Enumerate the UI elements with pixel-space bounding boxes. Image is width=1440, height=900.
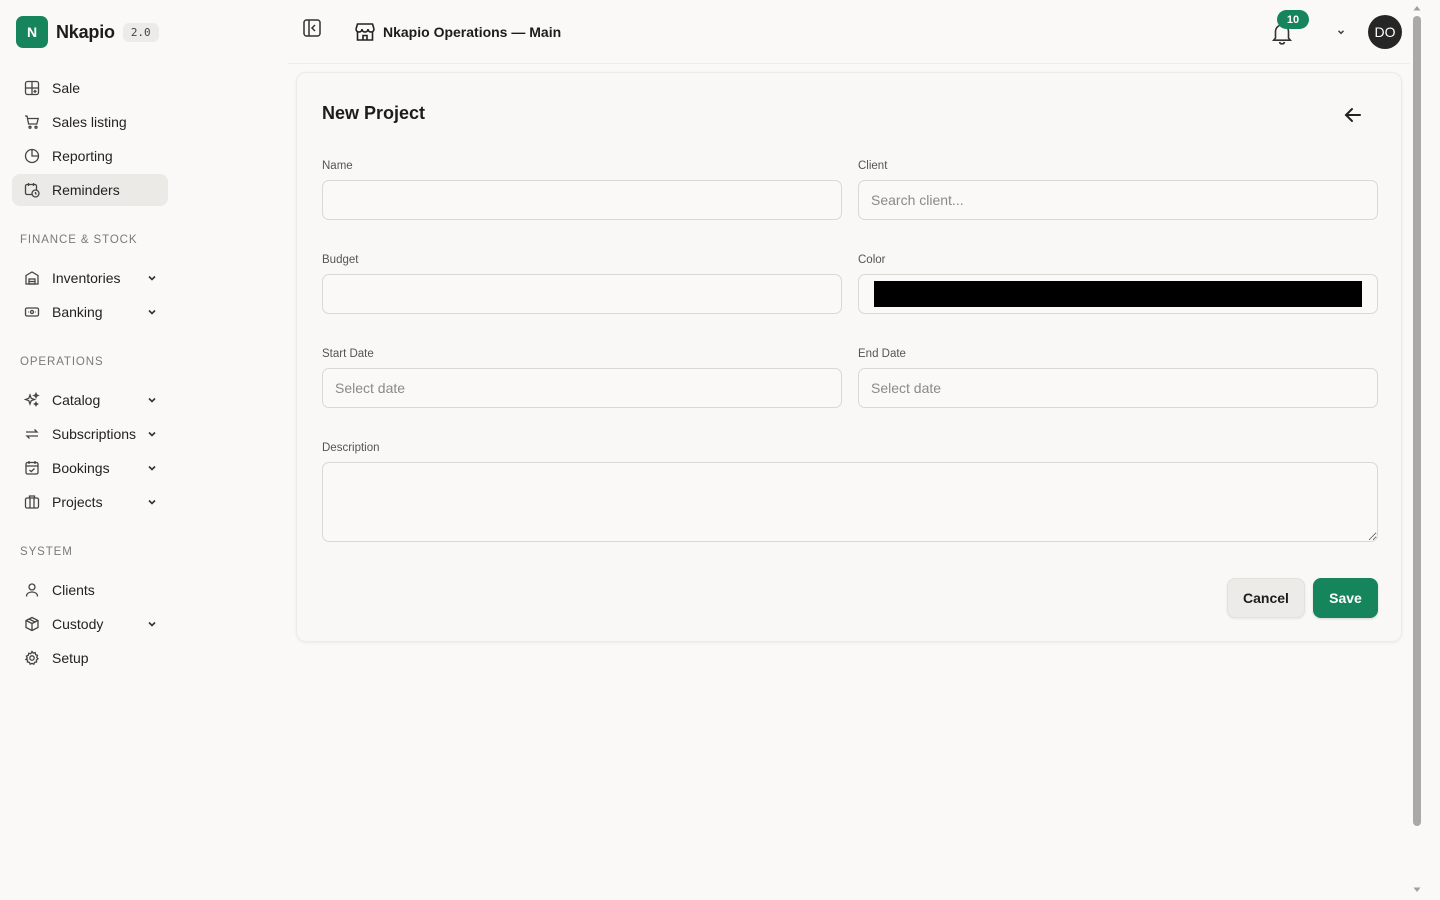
sidebar-item-label: Custody [52,616,104,632]
scroll-up-icon[interactable] [1412,4,1422,12]
section-title-system: SYSTEM [20,546,73,558]
columns-icon [24,494,40,510]
color-picker[interactable] [858,274,1378,314]
sidebar-item-label: Clients [52,582,95,598]
sidebar-item-label: Sales listing [52,114,127,130]
brand[interactable]: N Nkapio 2.0 [16,16,159,48]
description-textarea[interactable] [322,462,1378,542]
sidebar-item-catalog[interactable]: Catalog [12,384,168,416]
description-label: Description [322,442,380,454]
sidebar-item-sales-listing[interactable]: Sales listing [12,106,168,138]
new-project-card: New Project Name Client Budget Color Sta… [296,72,1402,642]
scrollbar-thumb[interactable] [1413,16,1421,826]
sidebar-item-label: Projects [52,494,103,510]
page-title: New Project [322,103,426,123]
sidebar-item-clients[interactable]: Clients [12,574,168,606]
calendar-check-icon [24,460,40,476]
avatar[interactable]: DO [1368,15,1402,49]
cancel-button[interactable]: Cancel [1227,578,1305,618]
sidebar-item-banking[interactable]: Banking [12,296,168,328]
sidebar-item-subscriptions[interactable]: Subscriptions [12,418,168,450]
budget-input[interactable] [322,274,842,314]
chevron-down-icon[interactable] [1336,27,1346,37]
sidebar-item-label: Subscriptions [52,426,137,442]
cart-icon [24,114,40,130]
notification-badge: 10 [1277,10,1309,29]
sidebar-item-reminders[interactable]: Reminders [12,174,168,206]
client-label: Client [858,160,888,172]
section-title-finance: FINANCE & STOCK [20,234,138,246]
banknote-icon [24,304,40,320]
store-name: Nkapio Operations — Main [383,24,562,40]
sidebar-toggle-icon[interactable] [302,18,322,38]
pie-chart-icon [24,148,40,164]
sidebar-item-sale[interactable]: Sale [12,72,168,104]
sidebar-item-label: Sale [52,80,81,96]
chevron-down-icon[interactable] [146,496,158,508]
name-label: Name [322,160,353,172]
repeat-icon [24,426,40,442]
brand-name: Nkapio [56,21,115,42]
chevron-down-icon[interactable] [146,618,158,630]
gear-icon [24,650,40,666]
chevron-down-icon[interactable] [146,394,158,406]
sidebar-item-bookings[interactable]: Bookings [12,452,168,484]
sidebar-item-label: Reminders [52,182,120,198]
color-swatch [874,281,1362,307]
chevron-down-icon[interactable] [146,462,158,474]
topbar: Nkapio Operations — Main 10 DO [288,0,1410,64]
calendar-clock-icon [24,182,40,198]
arrow-left-icon[interactable] [1341,103,1365,127]
chevron-down-icon[interactable] [146,272,158,284]
scroll-down-icon[interactable] [1412,886,1422,894]
budget-label: Budget [322,254,359,266]
start-date-input[interactable] [322,368,842,408]
end-date-input[interactable] [858,368,1378,408]
sidebar-item-inventories[interactable]: Inventories [12,262,168,294]
color-label: Color [858,254,886,266]
section-title-operations: OPERATIONS [20,356,104,368]
store-switcher[interactable]: Nkapio Operations — Main [353,20,561,44]
start-date-label: Start Date [322,348,374,360]
chevron-down-icon[interactable] [146,306,158,318]
sidebar-item-label: Catalog [52,392,101,408]
sidebar-item-label: Inventories [52,270,121,286]
sparkles-icon [24,392,40,408]
sidebar-item-label: Banking [52,304,103,320]
name-input[interactable] [322,180,842,220]
grid-plus-icon [24,80,40,96]
sidebar-item-label: Bookings [52,460,110,476]
sidebar-item-projects[interactable]: Projects [12,486,168,518]
brand-logo: N [16,16,48,48]
app-root: N Nkapio 2.0 Sale Sales listing Reportin… [0,0,1440,900]
sidebar-item-setup[interactable]: Setup [12,642,168,674]
sidebar-item-label: Reporting [52,148,113,164]
client-search-input[interactable] [858,180,1378,220]
sidebar: N Nkapio 2.0 Sale Sales listing Reportin… [0,0,180,900]
sidebar-item-custody[interactable]: Custody [12,608,168,640]
chevron-down-icon[interactable] [146,428,158,440]
save-button[interactable]: Save [1313,578,1378,618]
package-icon [24,616,40,632]
user-icon [24,582,40,598]
sidebar-item-reporting[interactable]: Reporting [12,140,168,172]
sidebar-item-label: Setup [52,650,89,666]
warehouse-icon [24,270,40,286]
store-icon [355,23,375,41]
version-badge: 2.0 [122,22,159,42]
end-date-label: End Date [858,348,906,360]
